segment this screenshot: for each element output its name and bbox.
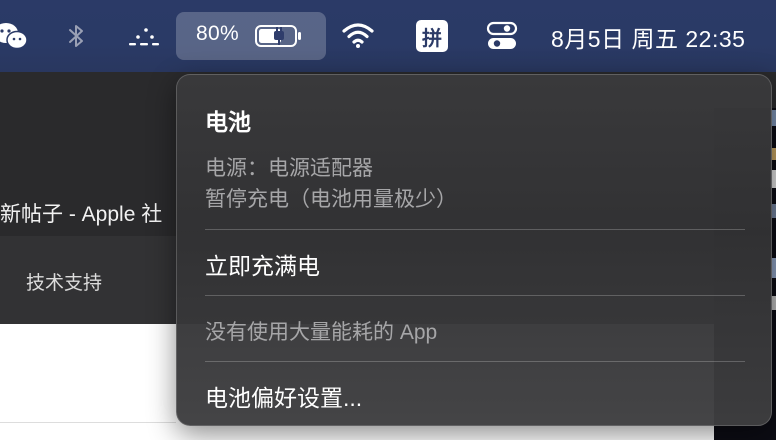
wechat-icon[interactable]: [0, 20, 28, 52]
nav-link-support[interactable]: 技术支持: [26, 268, 102, 295]
wifi-icon[interactable]: [341, 21, 375, 49]
battery-percent: 80%: [196, 22, 239, 45]
control-center-icon[interactable]: [486, 21, 518, 51]
bluetooth-icon[interactable]: [64, 22, 88, 50]
power-source-text: 电源：电源适配器: [205, 157, 373, 180]
battery-menu: 电池 电源：电源适配器 暂停充电（电池用量极少） 立即充满电 没有使用大量能耗的…: [176, 74, 772, 426]
menu-separator: [205, 295, 745, 296]
content-divider: [0, 422, 176, 423]
dots-icon[interactable]: [126, 26, 162, 50]
menu-bar: 80% 拼 8月5日 周五 22:35: [0, 0, 776, 72]
menu-separator: [205, 229, 745, 230]
input-method-icon[interactable]: 拼: [416, 20, 448, 52]
battery-charging-icon: [254, 22, 304, 50]
browser-tab-title[interactable]: 新帖子 - Apple 社: [0, 198, 162, 228]
battery-preferences-menu-item[interactable]: 电池偏好设置...: [205, 379, 362, 413]
menu-separator: [205, 361, 745, 362]
energy-apps-status-text: 没有使用大量能耗的 App: [205, 321, 438, 344]
charging-status-text: 暂停充电（电池用量极少）: [205, 188, 457, 211]
battery-menu-title: 电池: [205, 109, 251, 135]
menubar-clock[interactable]: 8月5日 周五 22:35: [551, 20, 745, 54]
input-method-label: 拼: [422, 25, 442, 50]
charge-now-menu-item[interactable]: 立即充满电: [205, 247, 320, 281]
